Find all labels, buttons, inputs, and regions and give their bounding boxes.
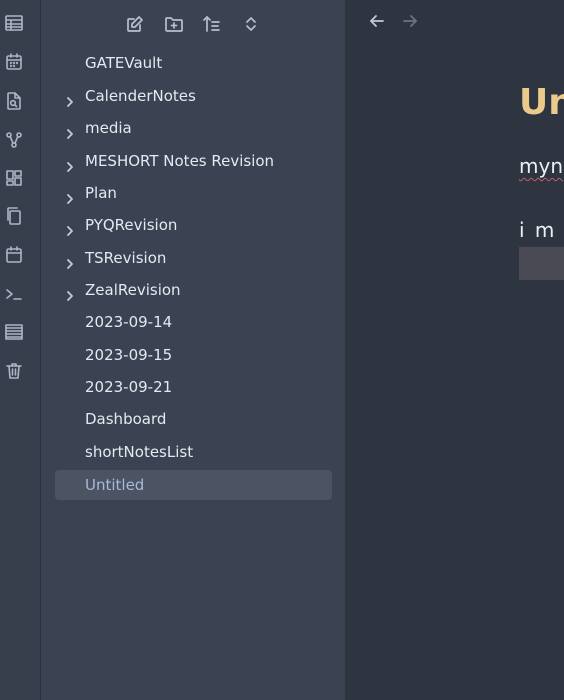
- note-text-line[interactable]: i m t: [519, 218, 564, 242]
- tree-file-2023-09-15[interactable]: 2023-09-15: [55, 340, 332, 370]
- tree-item-gatevault[interactable]: GATEVault: [55, 48, 332, 78]
- tree-item-label: CalenderNotes: [85, 87, 196, 105]
- table-icon[interactable]: [3, 12, 25, 34]
- chevron-right-icon[interactable]: [63, 121, 77, 139]
- trash-icon[interactable]: [3, 360, 25, 382]
- tree-item-label: 2023-09-21: [85, 378, 173, 396]
- calendar-icon[interactable]: [3, 51, 25, 73]
- tree-folder-tsrevision[interactable]: TSRevision: [55, 243, 332, 273]
- tree-item-label: Untitled: [85, 476, 145, 494]
- tree-file-shortnoteslist[interactable]: shortNotesList: [55, 437, 332, 467]
- chevron-right-icon[interactable]: [63, 186, 77, 204]
- new-note-icon: [127, 16, 143, 32]
- copy-icon[interactable]: [3, 205, 25, 227]
- new-note-button[interactable]: [123, 12, 147, 36]
- tree-item-label: PYQRevision: [85, 216, 178, 234]
- arrow-right-icon: [403, 15, 417, 27]
- graph-icon[interactable]: [3, 129, 25, 151]
- chevron-right-icon[interactable]: [63, 283, 77, 301]
- left-ribbon: [0, 0, 41, 700]
- tree-folder-media[interactable]: media: [55, 113, 332, 143]
- note-text-line[interactable]: myn: [519, 154, 563, 178]
- tree-folder-pyqrevision[interactable]: PYQRevision: [55, 210, 332, 240]
- search-file-icon[interactable]: [3, 90, 25, 112]
- chevron-right-icon[interactable]: [63, 251, 77, 269]
- note-title[interactable]: Un: [519, 82, 564, 123]
- tree-item-label: 2023-09-14: [85, 313, 173, 331]
- new-folder-icon: [165, 17, 183, 32]
- collapse-expand-button[interactable]: [239, 12, 263, 36]
- terminal-icon[interactable]: [3, 283, 25, 305]
- calendar-day-icon[interactable]: [3, 244, 25, 266]
- tree-folder-calendernotes[interactable]: CalenderNotes: [55, 81, 332, 111]
- chevron-right-icon[interactable]: [63, 89, 77, 107]
- tree-file-untitled[interactable]: Untitled: [55, 470, 332, 500]
- tree-item-label: ZealRevision: [85, 281, 181, 299]
- new-folder-button[interactable]: [162, 12, 186, 36]
- tree-file-dashboard[interactable]: Dashboard: [55, 404, 332, 434]
- arrow-left-icon: [370, 15, 384, 27]
- tree-item-label: TSRevision: [85, 249, 167, 267]
- chevron-right-icon[interactable]: [63, 218, 77, 236]
- back-button[interactable]: [366, 10, 388, 32]
- tree-item-label: shortNotesList: [85, 443, 194, 461]
- chevron-right-icon[interactable]: [63, 154, 77, 172]
- layout-grid-icon[interactable]: [3, 167, 25, 189]
- collapse-expand-icon: [246, 17, 256, 31]
- tree-item-label: 2023-09-15: [85, 346, 173, 364]
- tree-item-label: GATEVault: [85, 54, 163, 72]
- tree-item-label: media: [85, 119, 132, 137]
- tree-item-label: Plan: [85, 184, 117, 202]
- highlighted-block[interactable]: [519, 247, 564, 280]
- tree-item-label: Dashboard: [85, 410, 167, 428]
- tree-folder-plan[interactable]: Plan: [55, 178, 332, 208]
- forward-button[interactable]: [399, 10, 421, 32]
- sort-button[interactable]: [200, 12, 224, 36]
- tree-file-2023-09-21[interactable]: 2023-09-21: [55, 372, 332, 402]
- list-icon[interactable]: [3, 321, 25, 343]
- tree-file-2023-09-14[interactable]: 2023-09-14: [55, 307, 332, 337]
- tree-item-label: MESHORT Notes Revision: [85, 152, 275, 170]
- editor-pane: Un myn i m t: [346, 0, 564, 700]
- tree-folder-zealrevision[interactable]: ZealRevision: [55, 275, 332, 305]
- file-explorer: GATEVault CalenderNotes media MESHORT No…: [41, 0, 346, 700]
- file-explorer-actions: [41, 12, 345, 38]
- tree-folder-meshort-notes-revision[interactable]: MESHORT Notes Revision: [55, 146, 332, 176]
- sort-icon: [203, 16, 220, 32]
